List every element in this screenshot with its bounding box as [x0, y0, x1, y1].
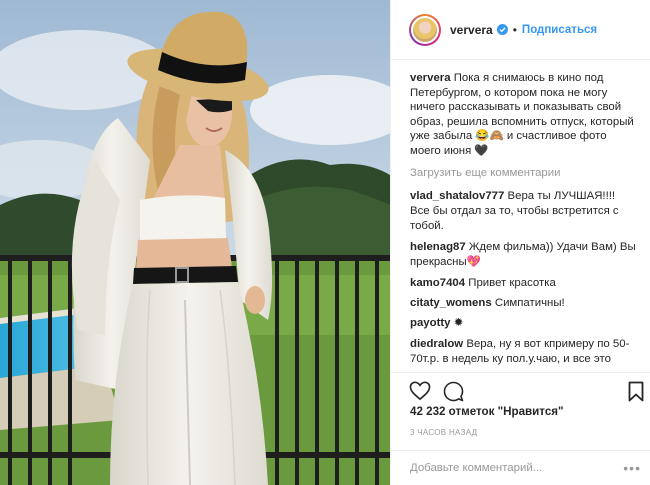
post-sidebar: ververa • Подписаться ververa Пока я сни… [390, 0, 650, 485]
comment-text: ✹ [453, 317, 464, 330]
avatar[interactable] [409, 13, 441, 46]
caption-username[interactable]: ververa [410, 72, 451, 84]
separator-dot: • [512, 22, 517, 37]
load-more-comments-link[interactable]: Загрузить еще комментарии [410, 167, 637, 179]
post-photo[interactable] [0, 0, 390, 485]
follow-button[interactable]: Подписаться [522, 24, 597, 36]
post-photo-image [0, 0, 390, 485]
instagram-post: ververa • Подписаться ververa Пока я сни… [0, 0, 650, 485]
comment-item: vlad_shatalov777 Вера ты ЛУЧШАЯ!!!! Все … [410, 189, 637, 235]
comments-list[interactable]: ververa Пока я снимаюсь в кино под Петер… [391, 61, 650, 368]
comment-input[interactable] [410, 462, 624, 474]
post-actions-bar [391, 372, 650, 406]
comment-username[interactable]: citaty_womens [410, 297, 492, 309]
comment-username[interactable]: vlad_shatalov777 [410, 190, 504, 202]
comment-text: Симпатичны! [494, 297, 565, 309]
verified-badge-icon [496, 24, 508, 35]
comment-text: Привет красотка [468, 276, 556, 289]
comment-username[interactable]: payotty [410, 317, 451, 329]
comment-item: helenag87 Ждем фильма)) Удачи Вам) Вы пр… [410, 240, 637, 271]
comment-username[interactable]: helenag87 [410, 241, 466, 253]
comment-item: kamo7404 Привет красотка [410, 276, 637, 291]
comment-username[interactable]: diedralow [410, 338, 463, 350]
add-comment-form: ••• [391, 450, 650, 485]
comment-bubble-icon[interactable] [443, 381, 464, 402]
likes-count[interactable]: 42 232 отметок "Нравится" [410, 405, 564, 418]
post-caption: ververa Пока я снимаюсь в кино под Петер… [410, 71, 637, 159]
heart-icon[interactable] [409, 381, 431, 401]
comment-item: payotty ✹ [410, 316, 637, 331]
comment-username[interactable]: kamo7404 [410, 277, 465, 289]
comment-item: diedralow Вера, ну я вот кпримеру по 50-… [410, 337, 637, 368]
post-timestamp[interactable]: 3 ЧАСОВ НАЗАД [410, 428, 477, 437]
post-header: ververa • Подписаться [391, 0, 650, 60]
comment-item: citaty_womens Симпатичны! [410, 296, 637, 311]
more-options-button[interactable]: ••• [623, 460, 641, 476]
bookmark-icon[interactable] [628, 381, 644, 402]
post-author-username[interactable]: ververa [450, 23, 493, 37]
caption-text: Пока я снимаюсь в кино под Петербургом, … [410, 72, 634, 157]
